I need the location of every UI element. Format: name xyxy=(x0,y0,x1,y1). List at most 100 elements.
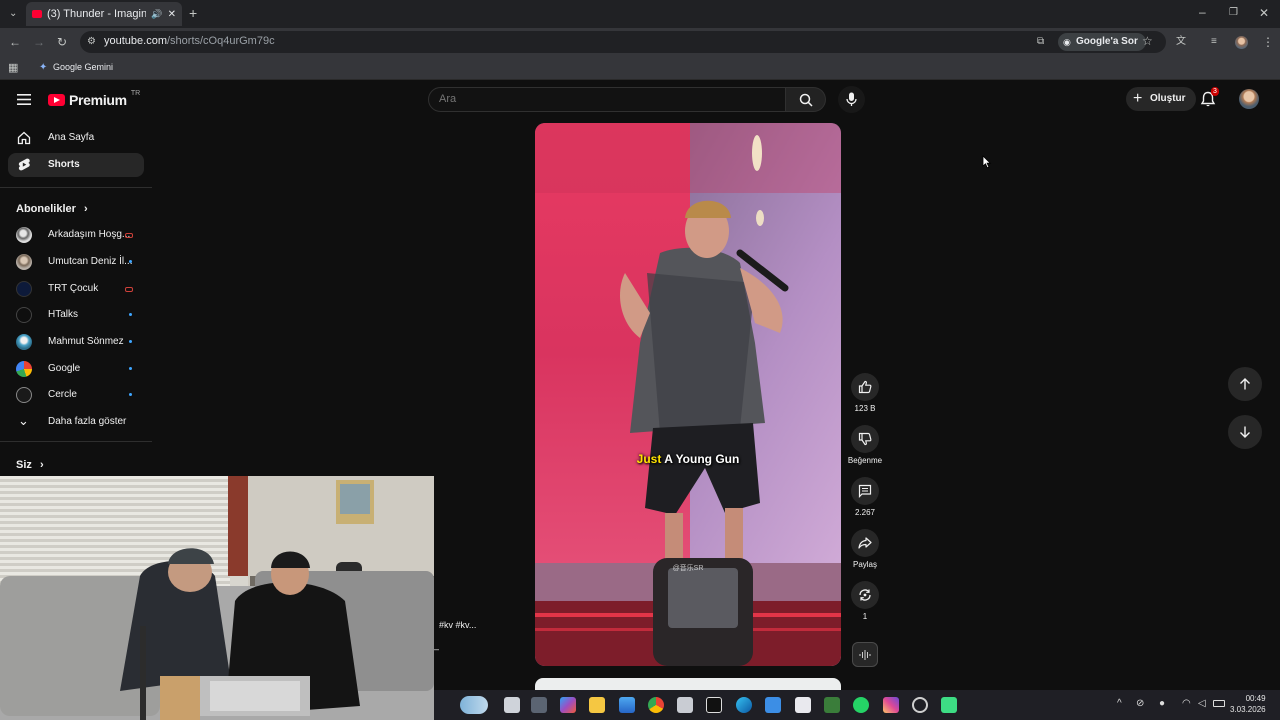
google-sor-button[interactable]: ◉ Google'a Sor xyxy=(1058,33,1146,51)
audio-playing-icon[interactable]: 🔊 xyxy=(151,9,162,20)
battery-icon[interactable] xyxy=(1213,700,1225,707)
arrow-down-icon xyxy=(1240,426,1250,438)
channel-name: Mahmut Sönmez xyxy=(48,336,124,347)
task-view-icon[interactable] xyxy=(504,697,520,713)
apps-grid-icon[interactable]: ▦ xyxy=(8,62,18,74)
close-window-icon[interactable]: ✕ xyxy=(1259,7,1269,19)
wifi-icon[interactable]: ◠ xyxy=(1182,698,1191,709)
you-heading[interactable]: Siz › xyxy=(16,459,44,471)
sound-button[interactable] xyxy=(852,642,878,667)
subscription-item[interactable]: TRT Çocuk xyxy=(8,277,144,301)
new-content-dot-icon xyxy=(129,260,132,263)
remix-button[interactable] xyxy=(851,581,879,609)
caption-text: A Young Gun xyxy=(664,452,740,466)
next-short-preview[interactable] xyxy=(535,678,841,690)
notifications-button[interactable]: 3 xyxy=(1200,87,1222,109)
remix-count: 1 xyxy=(862,612,868,621)
subscription-item[interactable]: HTalks xyxy=(8,303,144,327)
you-title: Siz xyxy=(16,459,32,471)
instagram-icon[interactable] xyxy=(883,697,899,713)
taskbar-clock[interactable]: 00:49 3.03.2026 xyxy=(1230,693,1266,715)
subscription-item[interactable]: Google xyxy=(8,357,144,381)
android-app-icon[interactable] xyxy=(941,697,957,713)
thumbs-up-icon xyxy=(858,380,872,394)
subscriptions-heading[interactable]: Abonelikler › xyxy=(16,203,88,215)
bookmark-star-icon[interactable]: ☆ xyxy=(1142,35,1153,47)
short-hashtags[interactable]: #kv #kv... xyxy=(439,620,476,630)
volume-icon[interactable]: ◁ xyxy=(1198,698,1206,709)
microphone-tray-icon[interactable]: ● xyxy=(1159,698,1165,709)
comment-button[interactable] xyxy=(851,477,879,505)
subscription-item[interactable]: Umutcan Deniz İl... xyxy=(8,250,144,274)
new-content-dot-icon xyxy=(129,393,132,396)
dislike-button[interactable] xyxy=(851,425,879,453)
channel-avatar xyxy=(16,361,32,377)
restore-icon[interactable]: ❐ xyxy=(1229,7,1238,19)
tab-title: (3) Thunder - Imagine Drag xyxy=(47,8,147,20)
new-tab-icon[interactable]: + xyxy=(189,6,197,20)
video-frame xyxy=(535,123,841,666)
url-path: /shorts/cOq4urGm79c xyxy=(166,35,275,47)
create-button[interactable]: + Oluştur xyxy=(1126,87,1196,111)
webcam-overlay xyxy=(0,476,434,720)
google-sor-label: Google'a Sor xyxy=(1076,36,1138,47)
subscription-item[interactable]: Cercle xyxy=(8,383,144,407)
translate-icon[interactable]: 文 xyxy=(1176,36,1186,48)
voice-search-button[interactable] xyxy=(838,86,865,113)
sidebar-item-shorts[interactable]: Shorts xyxy=(8,153,144,177)
show-more-button[interactable]: ⌄ Daha fazla göster xyxy=(8,410,144,434)
url-text[interactable]: youtube.com/shorts/cOq4urGm79c xyxy=(104,35,275,47)
bookmark-gemini[interactable]: Google Gemini xyxy=(53,62,113,72)
dislike-action: Beğenme xyxy=(848,425,882,465)
search-input[interactable] xyxy=(439,93,769,105)
edge-icon[interactable] xyxy=(736,697,752,713)
share-button[interactable] xyxy=(851,529,879,557)
comment-icon xyxy=(858,484,872,498)
chevron-down-icon: ⌄ xyxy=(18,413,29,428)
profile-avatar-icon[interactable] xyxy=(1235,36,1248,49)
search-button[interactable] xyxy=(786,87,826,112)
youtube-premium-logo[interactable]: Premium TR xyxy=(48,90,140,108)
whatsapp-icon[interactable] xyxy=(853,697,869,713)
plus-app-icon[interactable] xyxy=(795,697,811,713)
capcut-icon[interactable] xyxy=(706,697,722,713)
yt-sidebar: Ana Sayfa Shorts Abonelikler › Arkadaşım… xyxy=(0,124,152,476)
forward-icon[interactable]: → xyxy=(33,36,45,48)
weather-widget-icon[interactable] xyxy=(460,696,488,714)
subscription-item[interactable]: Mahmut Sönmez xyxy=(8,330,144,354)
hamburger-menu-icon[interactable] xyxy=(17,94,31,105)
browser-tab[interactable]: (3) Thunder - Imagine Drag 🔊 ✕ xyxy=(26,2,182,26)
cloud-app-icon[interactable] xyxy=(765,697,781,713)
subscription-item[interactable]: Arkadaşım Hoşg... xyxy=(8,223,144,247)
cast-icon[interactable]: ⧉ xyxy=(1037,36,1044,48)
short-video-player[interactable]: Just A Young Gun @音乐SR xyxy=(535,123,841,666)
like-button[interactable] xyxy=(851,373,879,401)
site-info-icon[interactable]: ⚙ xyxy=(87,36,96,48)
tray-app-icon[interactable]: ⊘ xyxy=(1136,698,1144,709)
account-avatar[interactable] xyxy=(1239,89,1259,109)
address-bar[interactable]: ⚙ youtube.com/shorts/cOq4urGm79c ⧉ ◉ Goo… xyxy=(80,31,1166,53)
calculator-icon[interactable] xyxy=(531,697,547,713)
store-icon[interactable] xyxy=(619,697,635,713)
tray-chevron-icon[interactable]: ^ xyxy=(1117,698,1122,709)
notepad-app-icon[interactable] xyxy=(824,697,840,713)
menu-icon[interactable]: ⋮ xyxy=(1262,36,1274,48)
minimize-icon[interactable]: – xyxy=(1199,6,1206,18)
chatgpt-icon[interactable] xyxy=(912,697,928,713)
windows-taskbar: ^ ⊘ ● ◠ ◁ xyxy=(434,690,1280,720)
media-control-icon[interactable]: ≡ xyxy=(1211,36,1217,48)
more-dots-icon[interactable]: – xyxy=(434,644,439,654)
reload-icon[interactable]: ↻ xyxy=(57,36,67,48)
close-tab-icon[interactable]: ✕ xyxy=(168,9,176,20)
file-explorer-icon[interactable] xyxy=(589,697,605,713)
ms365-icon[interactable] xyxy=(560,697,576,713)
sidebar-item-home[interactable]: Ana Sayfa xyxy=(8,126,144,150)
next-short-button[interactable] xyxy=(1228,415,1262,449)
previous-short-button[interactable] xyxy=(1228,367,1262,401)
mail-icon[interactable] xyxy=(677,697,693,713)
gemini-icon: ✦ xyxy=(39,62,48,73)
tab-search-icon[interactable]: ⌄ xyxy=(9,8,17,20)
back-icon[interactable]: ← xyxy=(9,36,21,48)
chrome-icon[interactable] xyxy=(648,697,664,713)
new-content-dot-icon xyxy=(129,367,132,370)
